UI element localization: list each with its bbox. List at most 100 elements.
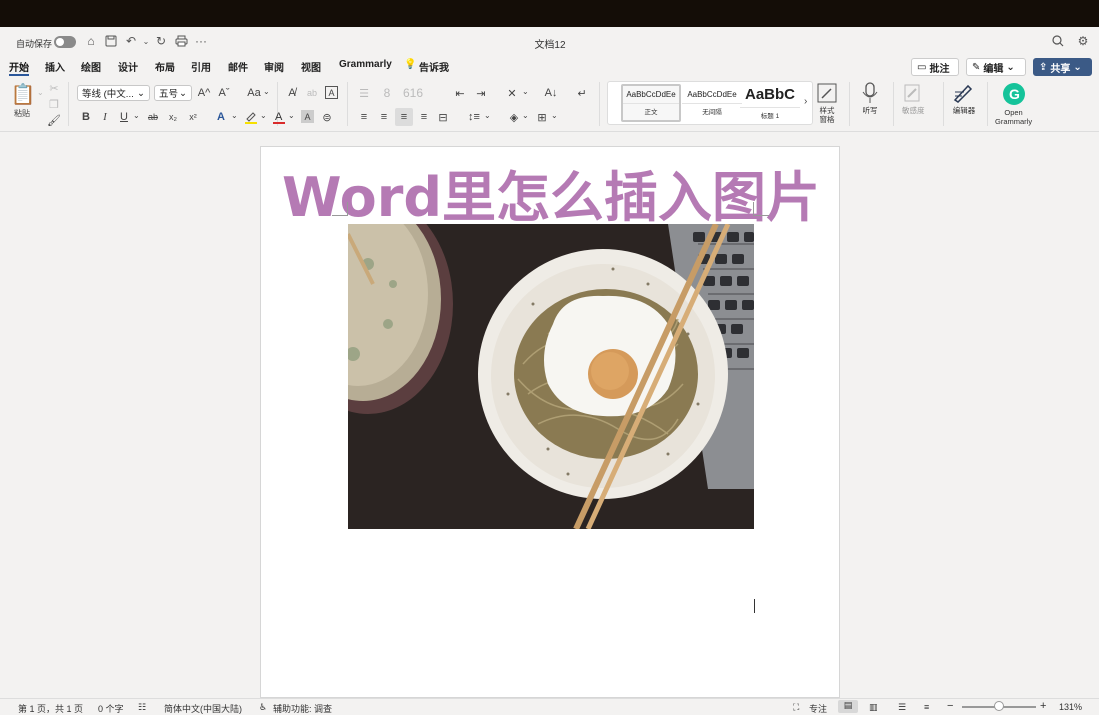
highlight-icon[interactable] [244,110,258,124]
settings-icon[interactable]: ⚙ [1074,32,1092,50]
home-icon[interactable]: ⌂ [82,32,100,50]
inserted-picture[interactable] [348,224,754,529]
font-color-icon[interactable]: A [272,109,286,125]
chevron-down-icon[interactable]: ⌄ [522,87,529,96]
distributed-icon[interactable]: ⊟ [436,110,450,124]
document-title: 文档12 [534,40,566,51]
chevron-down-icon[interactable]: ⌄ [288,111,295,120]
underline-button[interactable]: U [118,110,130,124]
clear-formatting-icon[interactable]: A̸ [285,86,299,100]
enclose-characters-icon[interactable]: ⊜ [320,110,334,124]
zoom-in-button[interactable]: + [1040,700,1046,712]
print-icon[interactable] [172,32,190,50]
web-layout-icon[interactable]: ▥ [869,702,878,713]
shrink-font-icon[interactable]: Aˇ [217,86,231,100]
chevron-right-icon[interactable]: › [804,96,807,107]
chevron-down-icon[interactable]: ⌄ [551,111,558,120]
bold-button[interactable]: B [80,110,92,124]
document-page[interactable]: Word里怎么插入图片 [260,146,840,698]
open-grammarly-button[interactable]: G Open Grammarly [995,82,1032,126]
italic-button[interactable]: I [99,110,111,124]
grow-font-icon[interactable]: A^ [197,86,211,100]
superscript-button[interactable]: x² [186,110,200,124]
tab-grammarly[interactable]: Grammarly [339,59,392,70]
shading-icon[interactable]: ◈ [507,110,521,124]
bullets-icon[interactable]: ☰ [357,86,371,100]
chevron-down-icon[interactable]: ⌄ [260,111,267,120]
share-button[interactable]: ⇪ 共享 ⌄ [1033,58,1092,76]
borders-icon[interactable]: ⊞ [535,110,549,124]
tab-design[interactable]: 设计 [118,59,138,74]
tab-review[interactable]: 审阅 [264,59,284,74]
search-icon[interactable] [1049,32,1067,50]
paste-dropdown-icon[interactable]: ⌄ [37,88,44,97]
autosave-toggle[interactable] [54,36,76,48]
comments-label: 批注 [929,63,950,75]
accessibility-status[interactable]: 辅助功能: 调查 [273,702,332,715]
focus-icon[interactable]: ⛶ [793,702,799,713]
subscript-button[interactable]: x₂ [166,110,180,124]
language-status[interactable]: 简体中文(中国大陆) [164,702,242,715]
increase-indent-icon[interactable]: ⇥ [474,86,488,100]
chevron-down-icon[interactable]: ⌄ [231,111,238,120]
dictate-button[interactable]: 听写 [861,82,879,115]
comments-button[interactable]: ▭ 批注 [911,58,959,76]
style-heading-1[interactable]: AaBbC 标题 1 [740,84,800,122]
style-normal[interactable]: AaBbCcDdEe 正文 [621,84,681,122]
zoom-out-button[interactable]: − [947,700,953,712]
more-icon[interactable]: ··· [192,32,210,50]
tab-mailings[interactable]: 邮件 [228,59,248,74]
change-case-icon[interactable]: Aa [246,86,262,100]
chevron-down-icon[interactable]: ⌄ [263,87,270,96]
cut-icon[interactable]: ✂ [48,82,60,95]
zoom-slider-thumb[interactable] [994,701,1004,711]
proofing-icon[interactable]: ☷ [138,702,146,713]
outline-view-icon[interactable]: ☰ [898,702,906,713]
page-count[interactable]: 第 1 页，共 1 页 [18,702,83,715]
chevron-down-icon[interactable]: ⌄ [522,111,529,120]
line-spacing-icon[interactable]: ↕≡ [467,110,481,124]
text-effects-icon[interactable]: A [214,110,228,124]
editor-button[interactable]: 编辑器 [952,82,976,115]
print-layout-icon[interactable]: ▤ [838,700,858,713]
tab-insert[interactable]: 插入 [45,59,65,74]
asian-layout-icon[interactable]: ✕ [505,86,519,100]
multilevel-list-icon[interactable]: 616 [403,86,423,100]
word-count[interactable]: 0 个字 [98,702,124,715]
styles-pane-button[interactable]: 样式 窗格 [816,82,838,124]
align-left-icon[interactable]: ≡ [357,110,371,124]
strikethrough-button[interactable]: ab [145,110,161,124]
sensitivity-button[interactable]: 敏感度 [902,82,925,115]
align-right-icon[interactable]: ≡ [395,108,413,126]
character-border-icon[interactable]: A [325,86,338,99]
tell-me-search[interactable]: 告诉我 [419,59,449,74]
show-formatting-icon[interactable]: ↵ [575,86,589,100]
focus-label[interactable]: 专注 [809,702,827,715]
document-heading[interactable]: Word里怎么插入图片 [261,153,841,232]
copy-icon[interactable]: ❐ [48,98,60,111]
style-no-spacing[interactable]: AaBbCcDdEe 无间隔 [682,84,742,122]
tab-draw[interactable]: 绘图 [81,59,101,74]
align-center-icon[interactable]: ≡ [377,110,391,124]
numbering-icon[interactable]: 8 [380,86,394,100]
editing-button[interactable]: ✎ 编辑 ⌄ [966,58,1026,76]
phonetic-guide-icon[interactable]: ab [305,86,319,100]
font-size-select[interactable]: 五号 ⌄ [154,85,192,101]
redo-icon[interactable]: ↻ [152,32,170,50]
tab-references[interactable]: 引用 [191,59,211,74]
zoom-level[interactable]: 131% [1059,702,1082,712]
sort-icon[interactable]: A↓ [543,86,559,100]
tab-home[interactable]: 开始 [9,59,29,76]
justify-icon[interactable]: ≡ [417,110,431,124]
font-name-select[interactable]: 等线 (中文... ⌄ [77,85,150,101]
decrease-indent-icon[interactable]: ⇤ [453,86,467,100]
tab-layout[interactable]: 布局 [155,59,175,74]
save-icon[interactable] [102,32,120,50]
draft-view-icon[interactable]: ≡ [924,702,929,712]
chevron-down-icon[interactable]: ⌄ [133,111,140,120]
tab-view[interactable]: 视图 [301,59,321,74]
format-painter-icon[interactable]: 🖌 [47,114,61,127]
character-shading-icon[interactable]: A [301,110,314,123]
chevron-down-icon[interactable]: ⌄ [484,111,491,120]
paste-icon[interactable]: 📋 [10,82,36,106]
